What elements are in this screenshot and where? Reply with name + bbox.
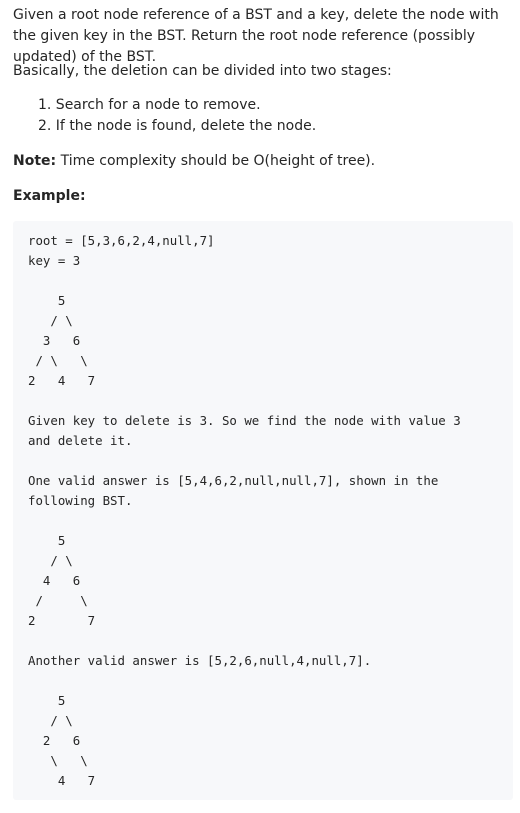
list-item: 1. Search for a node to remove. <box>38 97 261 113</box>
example-code: root = [5,3,6,2,4,null,7] key = 3 5 / \ … <box>28 233 461 788</box>
note-paragraph: Note: Time complexity should be O(height… <box>13 151 508 172</box>
example-heading: Example: <box>13 188 86 204</box>
steps-list: 1. Search for a node to remove. 2. If th… <box>38 95 316 137</box>
example-code-block: root = [5,3,6,2,4,null,7] key = 3 5 / \ … <box>13 221 513 800</box>
intro-paragraph: Given a root node reference of a BST and… <box>13 7 499 65</box>
problem-description: Given a root node reference of a BST and… <box>0 0 520 813</box>
list-item: 2. If the node is found, delete the node… <box>38 118 317 134</box>
stages-intro: Basically, the deletion can be divided i… <box>13 63 392 79</box>
note-text: Time complexity should be O(height of tr… <box>56 153 376 169</box>
note-label: Note: <box>13 153 57 169</box>
